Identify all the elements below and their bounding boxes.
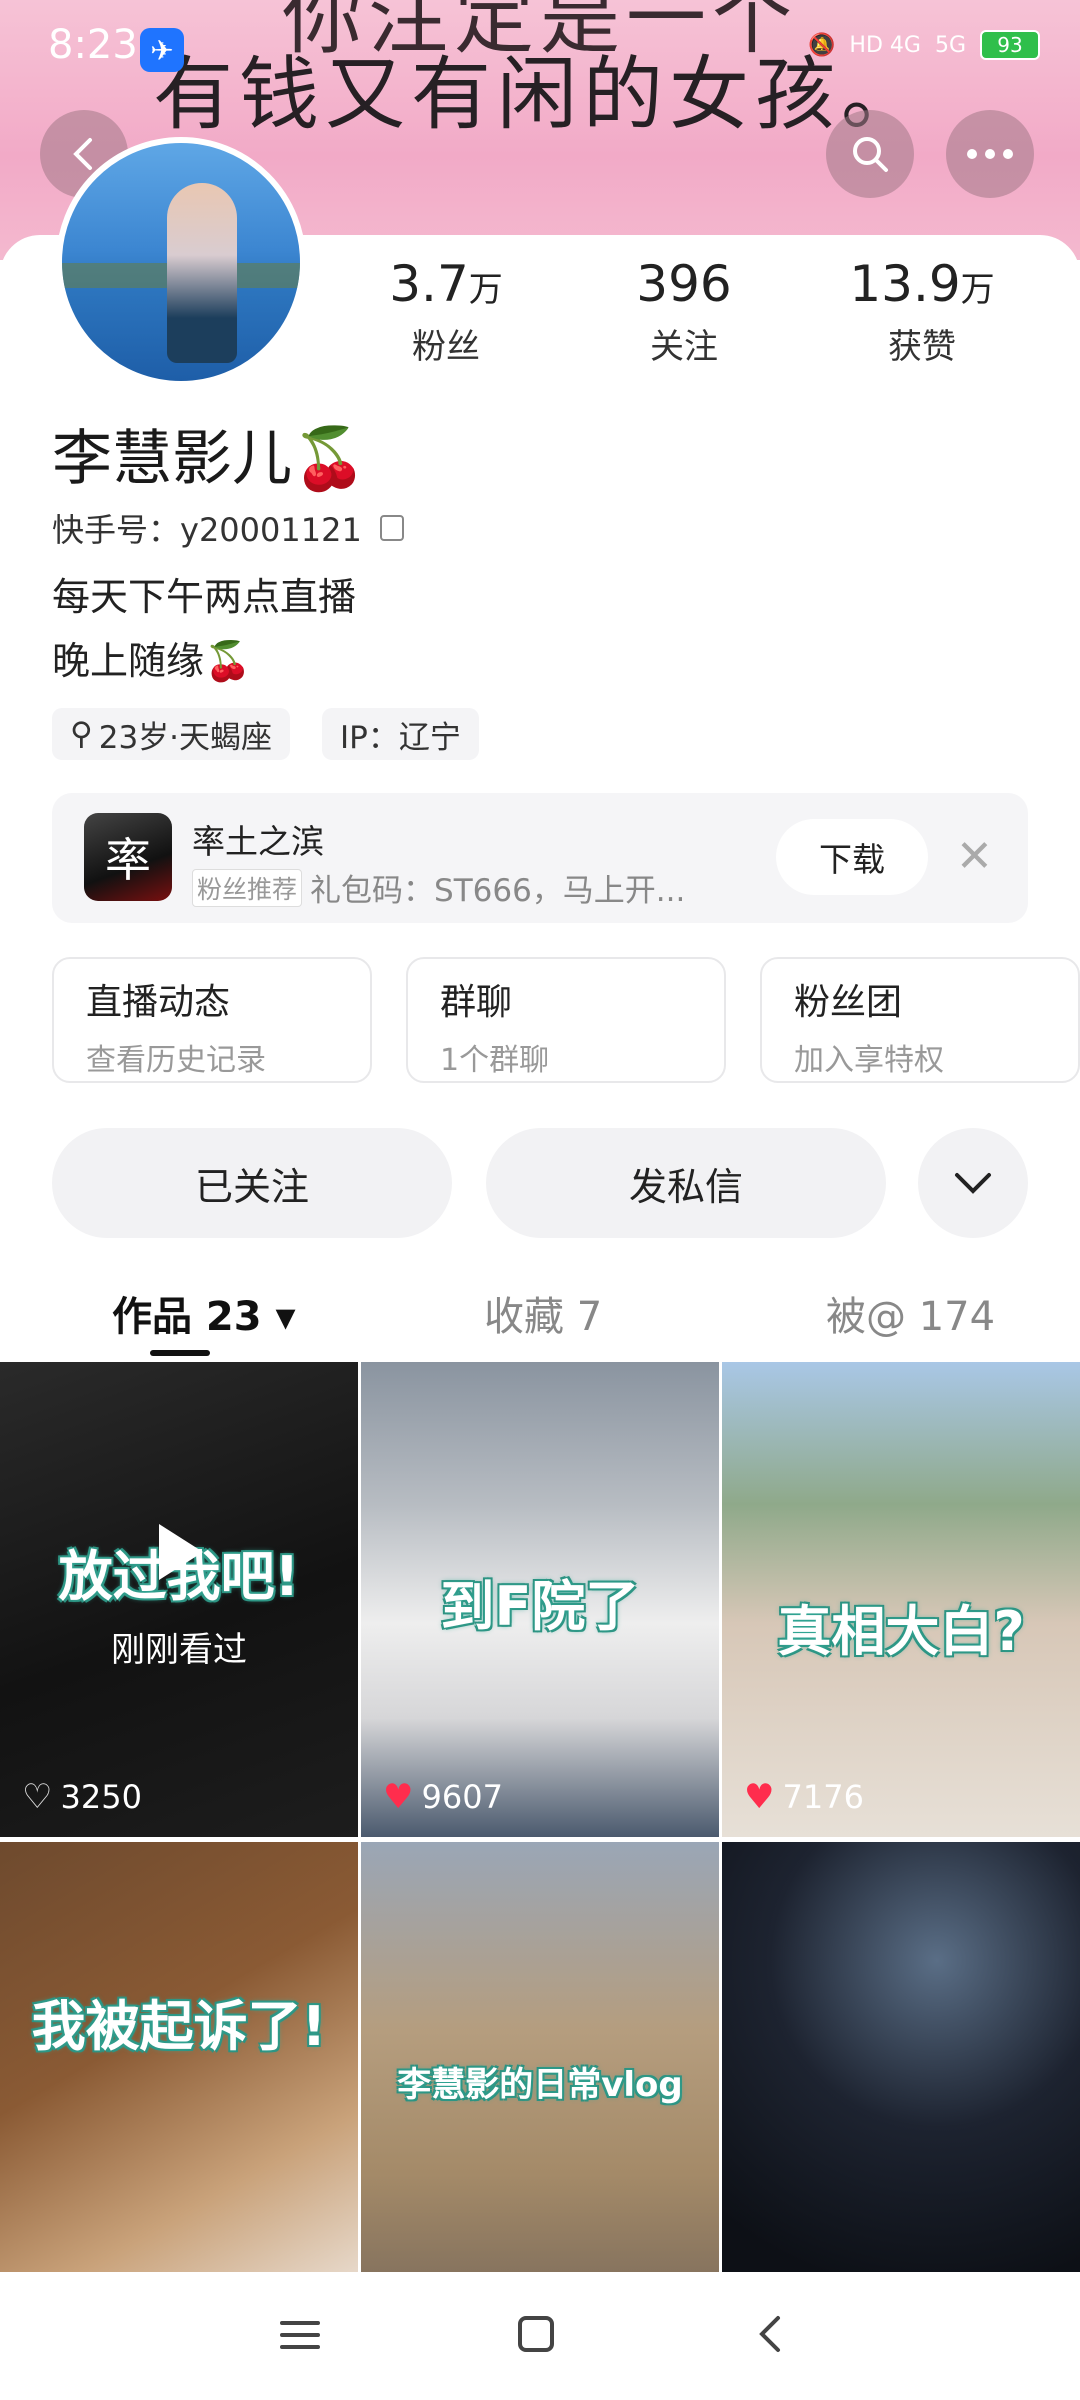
video-item[interactable]: 李慧影的日常vlog bbox=[361, 1842, 719, 2317]
heart-icon: ♥ bbox=[383, 1777, 414, 1817]
signal-5g-icon: 5G bbox=[934, 32, 966, 58]
heart-outline-icon: ♡ bbox=[22, 1777, 53, 1817]
like-count: ♥ 7176 bbox=[744, 1777, 864, 1817]
home-icon[interactable] bbox=[514, 2312, 558, 2367]
close-icon[interactable]: ✕ bbox=[956, 831, 993, 882]
back-nav-icon[interactable] bbox=[754, 2312, 784, 2367]
video-item[interactable]: 真相大白? ♥ 7176 bbox=[722, 1362, 1080, 1837]
system-nav-bar bbox=[0, 2272, 1080, 2400]
video-title: 到F院了 bbox=[440, 1575, 640, 1638]
promo-subtitle: 粉丝推荐 礼包码：ST666，马上开... bbox=[192, 865, 685, 910]
stat-likes[interactable]: 13.9万 获赞 bbox=[822, 255, 1022, 368]
tag-ip: IP：辽宁 bbox=[322, 708, 479, 760]
video-item[interactable] bbox=[722, 1842, 1080, 2317]
bio-line2: 晚上随缘🍒 bbox=[52, 639, 252, 683]
stat-fans[interactable]: 3.7万 粉丝 bbox=[346, 255, 546, 368]
expand-button[interactable] bbox=[918, 1128, 1028, 1238]
tag-age: ⚲ 23岁·天蝎座 bbox=[52, 708, 291, 760]
promo-badge: 粉丝推荐 bbox=[192, 868, 303, 907]
copy-icon[interactable] bbox=[379, 515, 404, 541]
video-item[interactable]: 到F院了 ♥ 9607 bbox=[361, 1362, 719, 1837]
signal-4g-icon: HD 4G bbox=[849, 32, 921, 58]
video-item[interactable]: 我被起诉了! bbox=[0, 1842, 358, 2317]
profile-name: 李慧影儿🍒 bbox=[52, 424, 367, 494]
tab-works[interactable]: 作品 23 ▾ bbox=[112, 1284, 296, 1342]
video-item[interactable]: 放过我吧! 刚刚看过 ♡ 3250 bbox=[0, 1362, 358, 1837]
video-title: 真相大白? bbox=[777, 1600, 1025, 1663]
download-button[interactable]: 下载 bbox=[776, 819, 928, 895]
tab-mentioned[interactable]: 被@ 174 bbox=[826, 1284, 995, 1342]
search-icon bbox=[853, 137, 888, 172]
video-title: 我被起诉了! bbox=[31, 1995, 327, 2058]
feature-live-history[interactable]: 直播动态 查看历史记录 bbox=[52, 957, 372, 1083]
battery-icon: 93 bbox=[980, 30, 1040, 60]
promo-title: 率土之滨 bbox=[192, 822, 324, 861]
like-count: ♥ 9607 bbox=[383, 1777, 503, 1817]
game-logo: 率 bbox=[84, 813, 172, 901]
key-icon: ⚲ bbox=[70, 716, 93, 752]
heart-icon: ♥ bbox=[744, 1777, 775, 1817]
mute-icon: 🔕 bbox=[808, 32, 836, 58]
menu-icon[interactable] bbox=[278, 2312, 322, 2366]
feature-fan-club[interactable]: 粉丝团 加入享特权 bbox=[760, 957, 1080, 1083]
tab-favorites[interactable]: 收藏 7 bbox=[484, 1284, 602, 1342]
play-icon bbox=[159, 1524, 203, 1580]
notification-app-icon: ✈ bbox=[140, 28, 184, 72]
kuaishou-id-text: 快手号：y20001121 bbox=[52, 511, 362, 549]
video-title: 李慧影的日常vlog bbox=[397, 2065, 683, 2105]
feature-group-chat[interactable]: 群聊 1个群聊 bbox=[406, 957, 726, 1083]
message-button[interactable]: 发私信 bbox=[486, 1128, 886, 1238]
kuaishou-id[interactable]: 快手号：y20001121 bbox=[52, 505, 404, 551]
more-dots-icon bbox=[967, 149, 1013, 159]
stat-following[interactable]: 396 关注 bbox=[584, 255, 784, 368]
chevron-down-icon bbox=[955, 1173, 991, 1194]
recently-watched-label: 刚刚看过 bbox=[111, 1630, 247, 1670]
status-bar: 8:23 ✈ 🔕 HD 4G 5G 93 bbox=[0, 0, 1080, 100]
search-button[interactable] bbox=[826, 110, 914, 198]
game-promo-card[interactable]: 率 率土之滨 粉丝推荐 礼包码：ST666，马上开... 下载 ✕ bbox=[52, 793, 1028, 923]
like-count: ♡ 3250 bbox=[22, 1777, 142, 1817]
followed-button[interactable]: 已关注 bbox=[52, 1128, 452, 1238]
status-icons: 🔕 HD 4G 5G 93 bbox=[808, 30, 1040, 60]
bio-line1: 每天下午两点直播 bbox=[52, 575, 357, 619]
active-tab-indicator bbox=[150, 1350, 210, 1356]
more-options-button[interactable] bbox=[946, 110, 1034, 198]
status-time: 8:23 bbox=[48, 22, 138, 68]
profile-stats: 3.7万 粉丝 396 关注 13.9万 获赞 bbox=[0, 255, 1080, 385]
video-grid: 放过我吧! 刚刚看过 ♡ 3250 到F院了 ♥ 9607 真相大白? ♥ 7176 … bbox=[0, 1362, 1080, 2317]
